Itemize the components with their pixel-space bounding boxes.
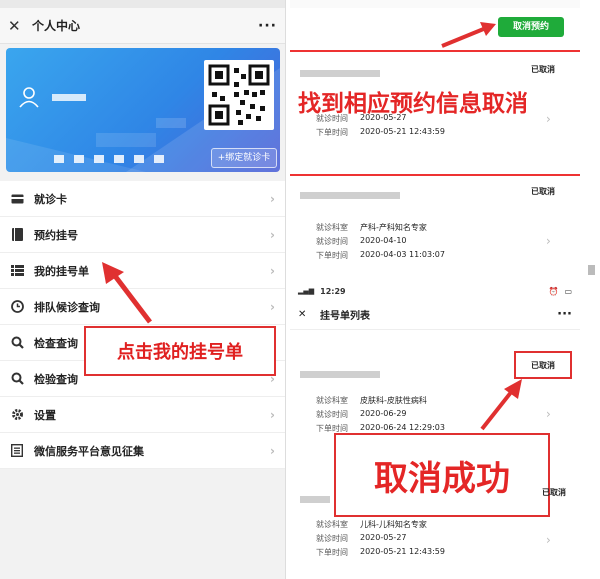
- close-icon[interactable]: ✕: [8, 17, 26, 35]
- department: 产科-产科知名专家: [360, 223, 427, 232]
- chevron-right-icon: ›: [270, 299, 275, 314]
- divider-red: [290, 50, 580, 52]
- arrow-annotation: [480, 379, 522, 431]
- chevron-right-icon: ›: [270, 407, 275, 422]
- department-label: 就诊科室: [316, 396, 348, 405]
- right-bottom-screen: ▂▄▆ 12:29 ⏰ ▭ ✕ 挂号单列表 ··· 已取消 就诊科室 皮肤科-皮…: [290, 283, 580, 579]
- clock-icon: [10, 300, 24, 314]
- order-time: 2020-06-24 12:29:03: [360, 423, 445, 432]
- search-icon: [10, 372, 24, 386]
- menu-label: 设置: [34, 408, 56, 422]
- status-badge: 已取消: [531, 187, 555, 196]
- menu-item-settings[interactable]: 设置 ›: [0, 397, 285, 433]
- callout-box: 点击我的挂号单: [84, 326, 276, 376]
- order-time: 2020-04-03 11:03:07: [360, 250, 445, 259]
- scroll-indicator: [588, 265, 595, 275]
- qr-code[interactable]: [204, 60, 274, 130]
- avatar-icon[interactable]: [18, 86, 40, 108]
- headline-annotation: 取消成功: [374, 458, 510, 499]
- chevron-right-icon: ›: [270, 263, 275, 278]
- menu-label: 预约挂号: [34, 228, 78, 242]
- alarm-icon: ⏰: [548, 286, 559, 296]
- chevron-right-icon: ›: [270, 443, 275, 458]
- battery-icon: ▭: [564, 286, 572, 296]
- record-name-blurred: [300, 488, 330, 507]
- username-blurred: [52, 94, 86, 101]
- doc-icon: [10, 444, 24, 458]
- gear-icon: [10, 408, 24, 422]
- qr-code-icon: [208, 64, 270, 126]
- status-badge: 已取消: [531, 65, 555, 74]
- top-nav: ✕ 挂号单列表 ···: [290, 299, 580, 330]
- book-icon: [10, 228, 24, 242]
- visit-date-label: 就诊时间: [316, 410, 348, 419]
- order-time: 2020-05-21 12:43:59: [360, 127, 445, 136]
- department: 儿科-儿科知名专家: [360, 520, 427, 529]
- close-icon[interactable]: ✕: [298, 309, 314, 320]
- record-name-blurred: [300, 363, 380, 382]
- menu-label: 就诊卡: [34, 192, 67, 206]
- page-title: 个人中心: [32, 19, 81, 33]
- order-time-label: 下单时间: [316, 251, 348, 260]
- list-icon: [10, 264, 24, 278]
- order-time: 2020-05-21 12:43:59: [360, 547, 445, 556]
- status-highlight-box: 已取消: [514, 351, 572, 379]
- record-name-blurred: [300, 184, 400, 203]
- top-nav: ✕ 个人中心 ···: [0, 8, 285, 44]
- divider-red: [290, 174, 580, 176]
- chevron-right-icon: ›: [270, 191, 275, 206]
- bind-card-button[interactable]: +绑定就诊卡: [211, 148, 277, 168]
- visit-date: 2020-04-10: [360, 236, 407, 245]
- more-icon[interactable]: ···: [557, 307, 572, 322]
- record-name-blurred: [300, 62, 380, 81]
- chevron-right-icon[interactable]: ›: [546, 234, 551, 248]
- cancel-appointment-button[interactable]: 取消预约: [498, 17, 564, 37]
- right-top-screen: 取消预约 已取消 找到相应预约信息取消 就诊时间 2020-05-27 下单时间…: [290, 0, 580, 278]
- chevron-right-icon[interactable]: ›: [546, 112, 551, 126]
- menu-label: 微信服务平台意见征集: [34, 444, 144, 458]
- department-label: 就诊科室: [316, 223, 348, 232]
- arrow-annotation: [102, 262, 152, 324]
- left-screen: ✕ 个人中心 ··· +绑定就诊卡 就诊卡 › 预约挂号 › 我的挂号单 › 排…: [0, 0, 286, 579]
- department-label: 就诊科室: [316, 520, 348, 529]
- department: 皮肤科-皮肤性病科: [360, 396, 427, 405]
- status-bar: [290, 0, 580, 8]
- visit-date-label: 就诊时间: [316, 534, 348, 543]
- order-time-label: 下单时间: [316, 128, 348, 137]
- order-time-label: 下单时间: [316, 548, 348, 557]
- status-bar: ▂▄▆ 12:29 ⏰ ▭: [290, 283, 580, 299]
- chevron-right-icon[interactable]: ›: [546, 533, 551, 547]
- chevron-right-icon: ›: [270, 227, 275, 242]
- status-badge: 已取消: [542, 488, 566, 497]
- search-icon: [10, 336, 24, 350]
- visit-date: 2020-05-27: [360, 113, 407, 122]
- card-icon: [10, 192, 24, 206]
- callout-box: 取消成功: [334, 433, 550, 517]
- menu-item-feedback[interactable]: 微信服务平台意见征集 ›: [0, 433, 285, 469]
- status-badge: 已取消: [531, 360, 555, 370]
- visit-date: 2020-06-29: [360, 409, 407, 418]
- status-bar: [0, 0, 285, 8]
- visit-date-label: 就诊时间: [316, 114, 348, 123]
- visit-date-label: 就诊时间: [316, 237, 348, 246]
- visit-date: 2020-05-27: [360, 533, 407, 542]
- more-icon[interactable]: ···: [258, 18, 277, 34]
- arrow-annotation: [441, 22, 496, 48]
- card-number-blurred: [54, 155, 164, 163]
- signal-icon: ▂▄▆: [298, 287, 315, 295]
- chevron-right-icon[interactable]: ›: [546, 407, 551, 421]
- menu-item-card[interactable]: 就诊卡 ›: [0, 181, 285, 217]
- user-card: +绑定就诊卡: [6, 48, 280, 172]
- clock-time: 12:29: [320, 286, 346, 296]
- page-title: 挂号单列表: [320, 310, 370, 322]
- menu-item-appointment[interactable]: 预约挂号 ›: [0, 217, 285, 253]
